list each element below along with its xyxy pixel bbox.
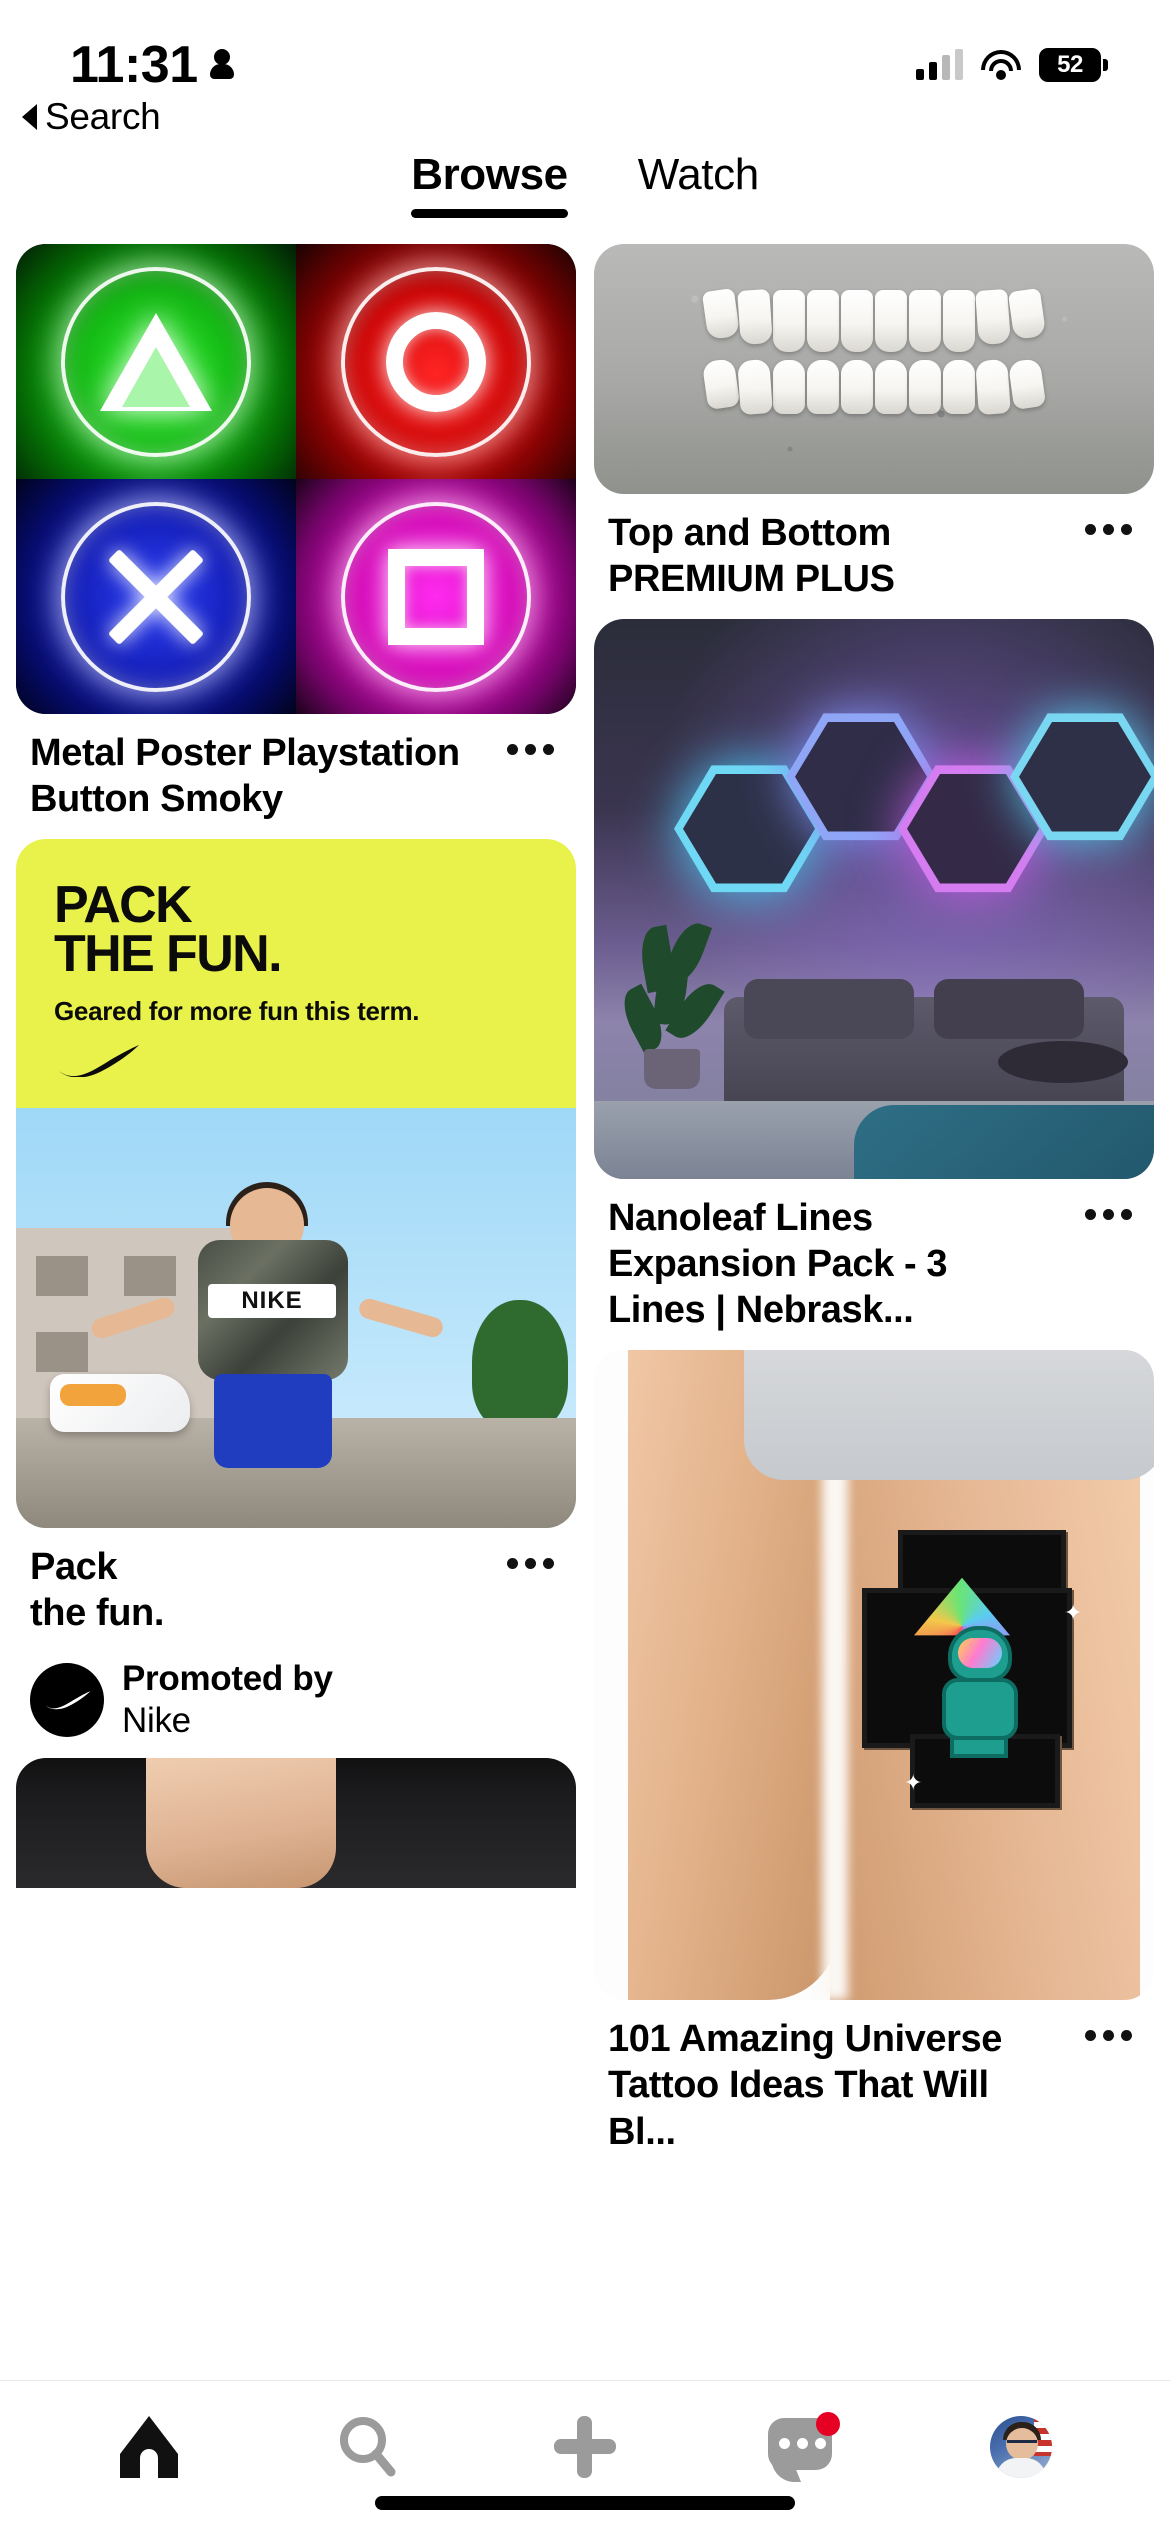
tab-browse-label: Browse [411, 150, 568, 199]
pin-card-veneers[interactable]: Top and Bottom PREMIUM PLUS [594, 244, 1154, 603]
pin-image-veneers[interactable] [594, 244, 1154, 494]
tattoo-artwork [862, 1529, 1102, 1820]
cross-button-icon [96, 537, 216, 657]
tab-browse[interactable]: Browse [411, 150, 568, 218]
feed-column-right: Top and Bottom PREMIUM PLUS Nanoleaf Lin… [594, 244, 1154, 2380]
pin-title: Metal Poster Playstation Button Smoky [30, 732, 460, 821]
pin-title: Nanoleaf Lines Expansion Pack - 3 Lines … [608, 1196, 948, 1332]
more-options-icon[interactable] [1085, 510, 1132, 535]
more-options-icon[interactable] [1085, 2016, 1132, 2041]
promoted-by-row[interactable]: Promoted by Nike [16, 1636, 576, 1742]
status-time: 11:31 [70, 36, 198, 94]
tab-bar: Browse Watch [0, 148, 1170, 218]
ad-photo: NIKE [16, 1107, 576, 1528]
hexagon-light-panels [674, 711, 1144, 921]
pin-image-nike-ad[interactable]: PACK THE FUN. Geared for more fun this t… [16, 838, 576, 1528]
status-bar-left: 11:31 [70, 35, 234, 95]
tab-watch[interactable]: Watch [638, 150, 759, 212]
side-table [998, 1040, 1128, 1083]
pin-title: Top and Bottom PREMIUM PLUS [608, 512, 895, 601]
home-icon [120, 2416, 178, 2478]
astronaut-figure [932, 1625, 1028, 1758]
ad-headline-line2: THE FUN. [54, 925, 283, 984]
person-icon [209, 49, 234, 81]
back-link-label: Search [45, 96, 161, 137]
pin-card-playstation[interactable]: Metal Poster Playstation Button Smoky [16, 244, 576, 823]
nanoleaf-hexagon-lights-art [594, 618, 1154, 1179]
pin-meta-playstation: Metal Poster Playstation Button Smoky [16, 714, 576, 823]
pin-card-partial[interactable] [16, 1758, 576, 1889]
pin-image-tattoo[interactable]: ✦ ✦ [594, 1349, 1154, 2000]
nike-swoosh-avatar [30, 1663, 104, 1738]
ad-headline-line1: PACK [54, 875, 193, 934]
nav-item-create[interactable] [525, 2407, 645, 2487]
notification-badge-dot [816, 2412, 840, 2436]
pin-image-playstation[interactable] [16, 244, 576, 714]
pin-card-tattoo[interactable]: ✦ ✦ 101 Amazing Universe Tattoo Ideas Tha… [594, 1349, 1154, 2155]
nav-item-messages[interactable] [743, 2407, 863, 2487]
back-to-search-link[interactable]: Search [22, 96, 161, 138]
pin-title: 101 Amazing Universe Tattoo Ideas That W… [608, 2017, 1002, 2153]
pin-image-nanoleaf[interactable] [594, 618, 1154, 1179]
pin-image-partial[interactable] [16, 1758, 576, 1889]
pin-meta-tattoo: 101 Amazing Universe Tattoo Ideas That W… [594, 2000, 1154, 2155]
pin-title-line2: the fun. [30, 1591, 164, 1634]
nike-swoosh-icon [54, 1044, 538, 1082]
status-bar: 11:31 52 [0, 0, 1170, 112]
nav-item-search[interactable] [307, 2407, 427, 2487]
home-indicator [375, 2496, 795, 2510]
plus-icon [554, 2416, 616, 2478]
pin-card-nanoleaf[interactable]: Nanoleaf Lines Expansion Pack - 3 Lines … [594, 618, 1154, 1334]
app-screen: 11:31 52 Search Browse Watch Metal Poste… [0, 0, 1170, 2532]
nav-item-profile[interactable] [961, 2407, 1081, 2487]
nav-item-home[interactable] [89, 2407, 209, 2487]
more-options-icon[interactable] [507, 1544, 554, 1569]
neon-playstation-buttons-art [16, 244, 576, 714]
pin-feed[interactable]: Metal Poster Playstation Button Smoky PA… [0, 244, 1170, 2380]
chat-bubble-icon [768, 2412, 840, 2480]
tab-watch-label: Watch [637, 150, 759, 199]
kid-with-backpack: NIKE [89, 1181, 446, 1488]
promoted-by-label: Promoted by [122, 1659, 333, 1699]
search-icon [340, 2417, 396, 2477]
promoter-text: Promoted by Nike [122, 1658, 333, 1742]
wifi-icon [981, 50, 1021, 80]
ad-subline: Geared for more fun this term. [54, 995, 420, 1026]
promoter-brand-name: Nike [122, 1701, 191, 1741]
potted-plant [614, 889, 726, 1089]
feed-column-left: Metal Poster Playstation Button Smoky PA… [16, 244, 576, 2380]
cellular-bars-icon [916, 49, 963, 80]
nike-pack-the-fun-ad-art: PACK THE FUN. Geared for more fun this t… [16, 838, 576, 1528]
pin-meta-nike: Pack the fun. [16, 1528, 576, 1637]
triangle-button-icon [100, 312, 212, 411]
pin-title-line1: Pack [30, 1545, 118, 1588]
battery-percent: 52 [1057, 51, 1083, 78]
more-options-icon[interactable] [507, 730, 554, 755]
more-options-icon[interactable] [1085, 1195, 1132, 1220]
dental-veneers-art [594, 244, 1154, 494]
pin-card-nike-promoted[interactable]: PACK THE FUN. Geared for more fun this t… [16, 838, 576, 1743]
astronaut-thigh-tattoo-art: ✦ ✦ [594, 1349, 1154, 2000]
pin-meta-veneers: Top and Bottom PREMIUM PLUS [594, 494, 1154, 603]
battery-indicator: 52 [1039, 48, 1108, 82]
profile-avatar [990, 2416, 1052, 2478]
back-caret-icon [22, 104, 37, 130]
sneaker [50, 1373, 190, 1432]
status-bar-right: 52 [916, 48, 1108, 82]
ad-copy-block: PACK THE FUN. Geared for more fun this t… [16, 839, 576, 1108]
pin-meta-nanoleaf: Nanoleaf Lines Expansion Pack - 3 Lines … [594, 1179, 1154, 1334]
pin-title: Pack the fun. [30, 1544, 164, 1637]
